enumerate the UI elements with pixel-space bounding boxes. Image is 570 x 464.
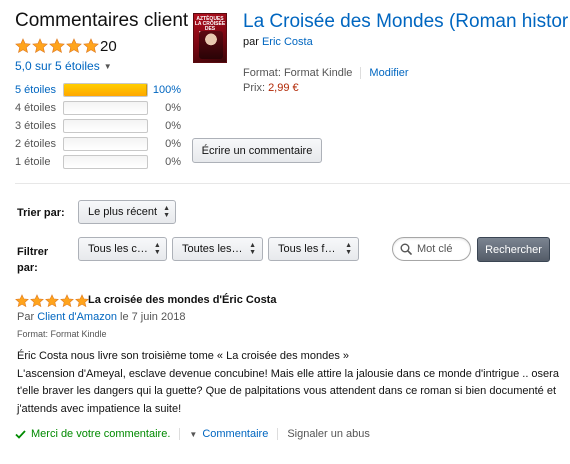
histogram-row: 2 étoiles 0% [15, 136, 185, 151]
histogram-bar [63, 100, 148, 115]
filter-selected-value: Tous les f… [278, 243, 336, 255]
histogram-bar [63, 154, 148, 169]
star-icon [32, 38, 48, 54]
histogram-star-label: 3 étoiles [15, 119, 56, 132]
average-stars [15, 38, 99, 54]
review-actions: Merci de votre commentaire. ▼ Commentair… [15, 428, 370, 440]
filter-selected-value: Tous les c… [88, 243, 148, 255]
star-icon [15, 294, 29, 308]
histogram-row: 4 étoiles 0% [15, 100, 185, 115]
review-body-line: t'elle braver les dangers qui la guette?… [17, 385, 556, 398]
format-text: Format: Format Kindle [243, 67, 353, 79]
thanks-label: Merci de votre commentaire. [31, 428, 171, 440]
filter-stars-select[interactable]: Toutes les… ▲ ▼ [172, 237, 263, 261]
review-body-line: j'attends avec impatience la suite! [17, 403, 182, 416]
star-icon [49, 38, 65, 54]
comment-label: Commentaire [202, 428, 269, 440]
review-byline: Par Client d'Amazon le 7 juin 2018 [17, 311, 185, 323]
modify-link[interactable]: Modifier [369, 67, 408, 79]
histogram-row: 1 étoile 0% [15, 154, 185, 169]
star-icon [30, 294, 44, 308]
histogram-percent: 0% [165, 137, 181, 150]
author-link[interactable]: Eric Costa [262, 36, 313, 48]
histogram-percent: 0% [165, 119, 181, 132]
histogram-bar [63, 82, 148, 97]
select-arrows-icon: ▲ ▼ [345, 242, 352, 256]
reviews-heading: Commentaires client [15, 10, 189, 31]
reviewer-link[interactable]: Client d'Amazon [37, 311, 117, 323]
histogram-percent: 0% [165, 101, 181, 114]
histogram-bar-fill [64, 83, 147, 96]
product-byline: par Eric Costa [243, 36, 313, 48]
histogram-star-label: 2 étoiles [15, 137, 56, 150]
filter-selected-value: Toutes les… [182, 243, 243, 255]
report-abuse-link[interactable]: Signaler un abus [287, 428, 370, 440]
histogram-star-label: 1 étoile [15, 155, 51, 168]
section-divider [15, 183, 570, 184]
star-icon [66, 38, 82, 54]
checkmark-icon [15, 429, 26, 439]
price-line: Prix: 2,99 € [243, 82, 299, 94]
by-prefix: Par [17, 311, 35, 323]
review-format: Format: Format Kindle [17, 329, 107, 339]
review-body: Éric Costa nous livre son troisième tome… [17, 348, 567, 419]
filter-format-select[interactable]: Tous les f… ▲ ▼ [268, 237, 359, 261]
helpful-thanks: Merci de votre commentaire. [15, 428, 170, 440]
average-rating-label: 5,0 sur 5 étoiles [15, 59, 100, 73]
select-arrows-icon: ▲ ▼ [163, 205, 171, 219]
search-button[interactable]: Rechercher [477, 237, 550, 262]
price-value: 2,99 € [268, 82, 299, 94]
histogram-percent: 100% [152, 83, 181, 96]
review-body-line: L'ascension d'Ameyal, esclave devenue co… [17, 367, 559, 380]
caret-down-icon: ▼ [189, 429, 198, 439]
histogram-bar [63, 136, 148, 151]
separator [179, 428, 181, 440]
product-format-line: Format: Format Kindle Modifier [243, 67, 409, 79]
histogram-row: 3 étoiles 0% [15, 118, 185, 133]
filter-reviewer-select[interactable]: Tous les c… ▲ ▼ [78, 237, 167, 261]
cover-figure [199, 31, 223, 59]
histogram-star-label: 4 étoiles [15, 101, 56, 114]
comment-link[interactable]: ▼ Commentaire [189, 428, 268, 440]
separator [360, 67, 362, 79]
histogram-row[interactable]: 5 étoiles 100% [15, 82, 185, 97]
sort-select[interactable]: Le plus récent ▲ ▼ [78, 200, 176, 224]
review-body-line: Éric Costa nous livre son troisième tome… [17, 350, 349, 362]
product-title-link[interactable]: La Croisée des Mondes (Roman histor… [243, 11, 570, 33]
caret-down-icon: ▼ [103, 61, 112, 71]
star-icon [60, 294, 74, 308]
sort-label: Trier par: [17, 207, 65, 219]
average-rating-dropdown[interactable]: 5,0 sur 5 étoiles ▼ [15, 59, 112, 73]
star-icon [45, 294, 59, 308]
histogram-percent: 0% [165, 155, 181, 168]
review-date: le 7 juin 2018 [120, 311, 186, 323]
filter-label: Filtrer par: [17, 246, 49, 274]
separator [277, 428, 279, 440]
histogram-star-label: 5 étoiles [15, 83, 56, 96]
review-stars [15, 294, 89, 308]
star-icon [83, 38, 99, 54]
star-icon [75, 294, 89, 308]
search-icon [400, 243, 412, 255]
select-arrows-icon: ▲ ▼ [153, 242, 161, 256]
rating-count: 20 [100, 38, 117, 55]
by-prefix: par [243, 36, 259, 48]
keyword-search-input[interactable]: Mot clé [392, 237, 471, 261]
sort-selected-value: Le plus récent [88, 206, 158, 218]
book-cover-image[interactable]: AZTÈQUES LA CROISÉE DES MONDES [193, 13, 227, 63]
select-arrows-icon: ▲ ▼ [249, 242, 256, 256]
histogram-bar [63, 118, 148, 133]
review-title[interactable]: La croisée des mondes d'Éric Costa [88, 294, 276, 306]
write-review-button[interactable]: Écrire un commentaire [192, 138, 322, 163]
search-placeholder: Mot clé [417, 243, 453, 255]
star-icon [15, 38, 31, 54]
price-prefix: Prix: [243, 82, 265, 94]
